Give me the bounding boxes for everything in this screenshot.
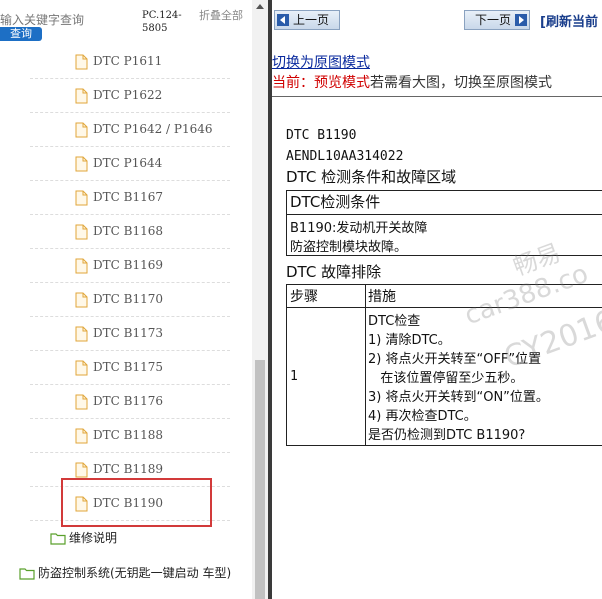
- table-column-divider: [365, 285, 366, 445]
- doc-divider: [272, 96, 602, 97]
- file-icon: [75, 122, 88, 138]
- scroll-up-arrow-icon[interactable]: [256, 4, 264, 9]
- file-icon: [75, 360, 88, 376]
- folder-icon: [19, 565, 35, 580]
- table-cell-action: 3) 将点火开关转到“ON”位置。: [368, 390, 549, 405]
- tree-item-b1169[interactable]: DTC B1169: [30, 250, 230, 283]
- scroll-thumb[interactable]: [255, 360, 265, 599]
- file-icon: [75, 224, 88, 240]
- tree-item-p1642[interactable]: DTC P1642 / P1646: [30, 114, 230, 147]
- tree-item-label: DTC B1169: [93, 258, 163, 272]
- tree-item-b1173[interactable]: DTC B1173: [30, 318, 230, 351]
- file-icon: [75, 190, 88, 206]
- condition-line: 防盗控制模块故障。: [290, 240, 408, 255]
- tree-item-label: DTC B1168: [93, 224, 163, 238]
- left-scrollbar[interactable]: [252, 0, 268, 599]
- folder-label: 维修说明: [69, 531, 118, 545]
- left-panel: 查询 PC.124-5805 折叠全部 DTC P1611 DTC P1622 …: [0, 0, 268, 599]
- section-title-detection: DTC 检测条件和故障区域: [286, 168, 457, 186]
- table-cell-step: 1: [290, 369, 298, 384]
- tree-item-label: DTC P1644: [93, 156, 163, 170]
- tree-item-label: DTC B1175: [93, 360, 163, 374]
- file-icon: [75, 428, 88, 444]
- tree-item-b1176[interactable]: DTC B1176: [30, 386, 230, 419]
- document-id: AENDL10AA314022: [286, 149, 404, 164]
- tree-item-label: DTC P1622: [93, 88, 163, 102]
- dtc-code: DTC B1190: [286, 128, 357, 143]
- prev-page-button[interactable]: 上一页: [274, 10, 340, 30]
- arrow-left-icon: [277, 14, 289, 26]
- file-icon: [75, 462, 88, 478]
- table-cell-action: 是否仍检测到DTC B1190?: [368, 428, 526, 443]
- file-icon: [75, 292, 88, 308]
- tree-item-b1188[interactable]: DTC B1188: [30, 420, 230, 453]
- tree-item-label: DTC B1176: [93, 394, 163, 408]
- mode-status: 当前：预览模式若需看大图，切换至原图模式: [272, 72, 552, 92]
- table-cell-action: 2) 将点火开关转至“OFF”位置: [368, 352, 542, 367]
- tree-item-label: DTC P1642 / P1646: [93, 122, 213, 136]
- condition-divider: [287, 214, 602, 215]
- right-panel: 上一页 下一页 [刷新当前 切换为原图模式 当前：预览模式若需看大图，切换至原图…: [272, 0, 602, 599]
- mode-current-label: 当前：: [272, 75, 314, 91]
- table-header-step: 步骤: [290, 289, 318, 305]
- tree-item-label: DTC B1170: [93, 292, 163, 306]
- file-icon: [75, 88, 88, 104]
- tree-item-p1622[interactable]: DTC P1622: [30, 80, 230, 113]
- folder-label: 防盗控制系统(无钥匙一键启动 车型): [38, 566, 232, 580]
- arrow-right-icon: [515, 14, 527, 26]
- collapse-all-button[interactable]: 折叠全部: [199, 9, 243, 22]
- folder-icon: [50, 530, 66, 545]
- file-icon: [75, 326, 88, 342]
- tree-item-label: DTC B1188: [93, 428, 163, 442]
- section-title-troubleshooting: DTC 故障排除: [286, 263, 382, 281]
- table-cell-action: DTC检查: [368, 314, 421, 329]
- prev-page-label: 上一页: [293, 13, 330, 27]
- mode-hint: 若需看大图，切换至原图模式: [370, 75, 552, 91]
- tree-item-label: DTC P1611: [93, 54, 163, 68]
- condition-header: DTC检测条件: [290, 193, 381, 211]
- file-icon: [75, 54, 88, 70]
- search-area: 查询 PC.124-5805 折叠全部: [0, 0, 250, 48]
- file-icon: [75, 258, 88, 274]
- search-button[interactable]: 查询: [0, 27, 42, 41]
- tree-item-b1168[interactable]: DTC B1168: [30, 216, 230, 249]
- tree-item-b1170[interactable]: DTC B1170: [30, 284, 230, 317]
- table-cell-action: 4) 再次检查DTC。: [368, 409, 477, 424]
- tree-item-p1644[interactable]: DTC P1644: [30, 148, 230, 181]
- file-icon: [75, 156, 88, 172]
- next-page-button[interactable]: 下一页: [464, 10, 530, 30]
- tree-item-label: DTC B1173: [93, 326, 163, 340]
- table-header-action: 措施: [368, 289, 396, 305]
- switch-mode-link[interactable]: 切换为原图模式: [272, 52, 370, 72]
- tree-item-b1175[interactable]: DTC B1175: [30, 352, 230, 385]
- detection-condition-box: DTC检测条件 B1190:发动机开关故障 防盗控制模块故障。: [286, 190, 602, 256]
- next-page-label: 下一页: [475, 13, 512, 27]
- tree-item-p1611[interactable]: DTC P1611: [30, 46, 230, 79]
- table-header-divider: [287, 307, 602, 308]
- condition-line: B1190:发动机开关故障: [290, 221, 428, 236]
- table-cell-action: 1) 清除DTC。: [368, 333, 451, 348]
- selected-item-highlight: [61, 478, 212, 527]
- tree-item-label: DTC B1189: [93, 462, 163, 476]
- page-toolbar: 上一页 下一页 [刷新当前: [272, 0, 602, 40]
- version-label: PC.124-5805: [142, 10, 182, 34]
- table-cell-action: 在该位置停留至少五秒。: [368, 371, 524, 386]
- tree-item-b1167[interactable]: DTC B1167: [30, 182, 230, 215]
- troubleshooting-table: 步骤 措施 1 DTC检查 1) 清除DTC。 2) 将点火开关转至“OFF”位…: [286, 284, 602, 446]
- mode-current-value: 预览模式: [314, 75, 370, 91]
- tree-item-label: DTC B1167: [93, 190, 163, 204]
- file-icon: [75, 394, 88, 410]
- refresh-link[interactable]: [刷新当前: [540, 11, 598, 30]
